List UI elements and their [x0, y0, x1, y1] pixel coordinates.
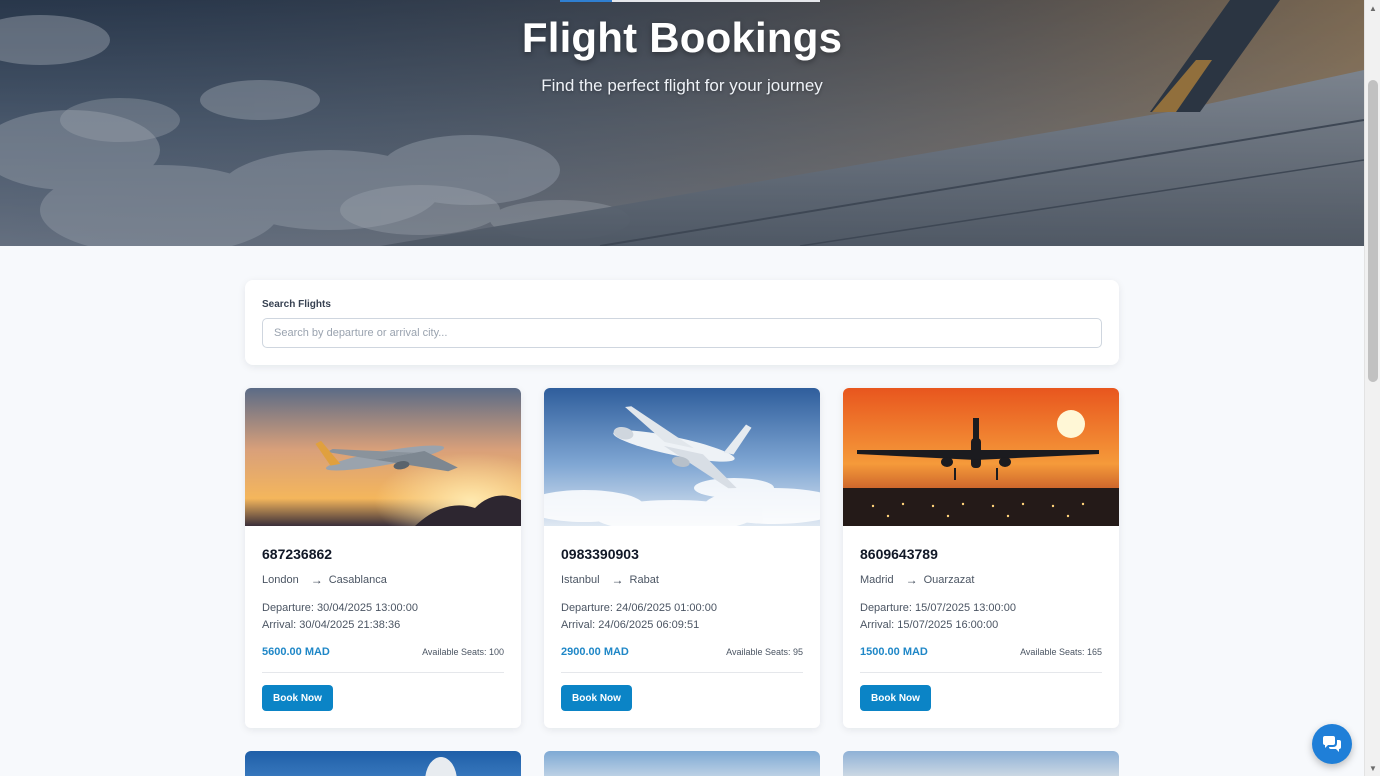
arrival-city: Rabat: [629, 574, 659, 586]
flight-price: 2900.00 MAD: [561, 646, 629, 658]
flight-price: 1500.00 MAD: [860, 646, 928, 658]
scrollbar-thumb[interactable]: [1368, 80, 1378, 382]
available-seats: Available Seats: 100: [422, 647, 504, 657]
indicator-track: [612, 0, 820, 2]
search-label: Search Flights: [262, 299, 331, 310]
route-arrow-icon: →: [611, 573, 624, 587]
card-divider: [860, 672, 1102, 673]
page-subtitle: Find the perfect flight for your journey: [541, 76, 823, 95]
flight-route: Istanbul → Rabat: [561, 573, 659, 587]
arrival-city: Ouarzazat: [923, 574, 975, 586]
flight-card: 8609643789 Madrid → Ouarzazat Departure:…: [843, 388, 1119, 728]
search-panel: Search Flights: [245, 280, 1119, 365]
flight-card-next-row: [245, 751, 521, 776]
departure-time: Departure: 24/06/2025 01:00:00: [561, 602, 717, 614]
flight-number: 8609643789: [860, 546, 938, 562]
flight-times: Departure: 24/06/2025 01:00:00 Arrival: …: [561, 600, 717, 634]
page-scrollbar[interactable]: ▲ ▼: [1364, 0, 1380, 776]
flight-card: 687236862 London → Casablanca Departure:…: [245, 388, 521, 728]
departure-time: Departure: 30/04/2025 13:00:00: [262, 602, 418, 614]
flight-card: 0983390903 Istanbul → Rabat Departure: 2…: [544, 388, 820, 728]
chat-bubbles-icon: [1323, 736, 1341, 752]
chat-button[interactable]: [1312, 724, 1352, 764]
hero-top-indicator: [560, 0, 820, 2]
card-divider: [561, 672, 803, 673]
flight-card-next-row: [843, 751, 1119, 776]
arrival-city: Casablanca: [328, 574, 387, 586]
card-divider: [262, 672, 504, 673]
flight-route: Madrid → Ouarzazat: [860, 573, 974, 587]
departure-city: London: [262, 574, 299, 586]
page-title: Flight Bookings: [521, 14, 843, 61]
flight-number: 687236862: [262, 546, 333, 562]
available-seats: Available Seats: 165: [1020, 647, 1102, 657]
book-now-button[interactable]: Book Now: [262, 685, 333, 711]
flight-image-sky-plane: [544, 388, 820, 526]
indicator-active: [560, 0, 612, 2]
departure-city: Madrid: [860, 574, 894, 586]
flight-times: Departure: 15/07/2025 13:00:00 Arrival: …: [860, 600, 1016, 634]
scroll-up-arrow-icon[interactable]: ▲: [1365, 0, 1380, 16]
arrival-time: Arrival: 30/04/2025 21:38:36: [262, 619, 401, 631]
book-now-button[interactable]: Book Now: [860, 685, 931, 711]
search-input[interactable]: [262, 318, 1102, 348]
departure-city: Istanbul: [561, 574, 600, 586]
flight-number: 0983390903: [561, 546, 639, 562]
arrival-time: Arrival: 15/07/2025 16:00:00: [860, 619, 999, 631]
flight-card-next-row: [544, 751, 820, 776]
departure-time: Departure: 15/07/2025 13:00:00: [860, 602, 1016, 614]
route-arrow-icon: →: [905, 573, 918, 587]
hero-banner: Flight Bookings Find the perfect flight …: [0, 0, 1364, 246]
flight-image-sunset-plane: [245, 388, 521, 526]
book-now-button[interactable]: Book Now: [561, 685, 632, 711]
scroll-down-arrow-icon[interactable]: ▼: [1365, 760, 1380, 776]
flight-price: 5600.00 MAD: [262, 646, 330, 658]
arrival-time: Arrival: 24/06/2025 06:09:51: [561, 619, 700, 631]
flight-image-runway-sunset: [843, 388, 1119, 526]
available-seats: Available Seats: 95: [726, 647, 803, 657]
flight-times: Departure: 30/04/2025 13:00:00 Arrival: …: [262, 600, 418, 634]
route-arrow-icon: →: [310, 573, 323, 587]
flight-image-partial: [425, 757, 457, 776]
flight-route: London → Casablanca: [262, 573, 387, 587]
